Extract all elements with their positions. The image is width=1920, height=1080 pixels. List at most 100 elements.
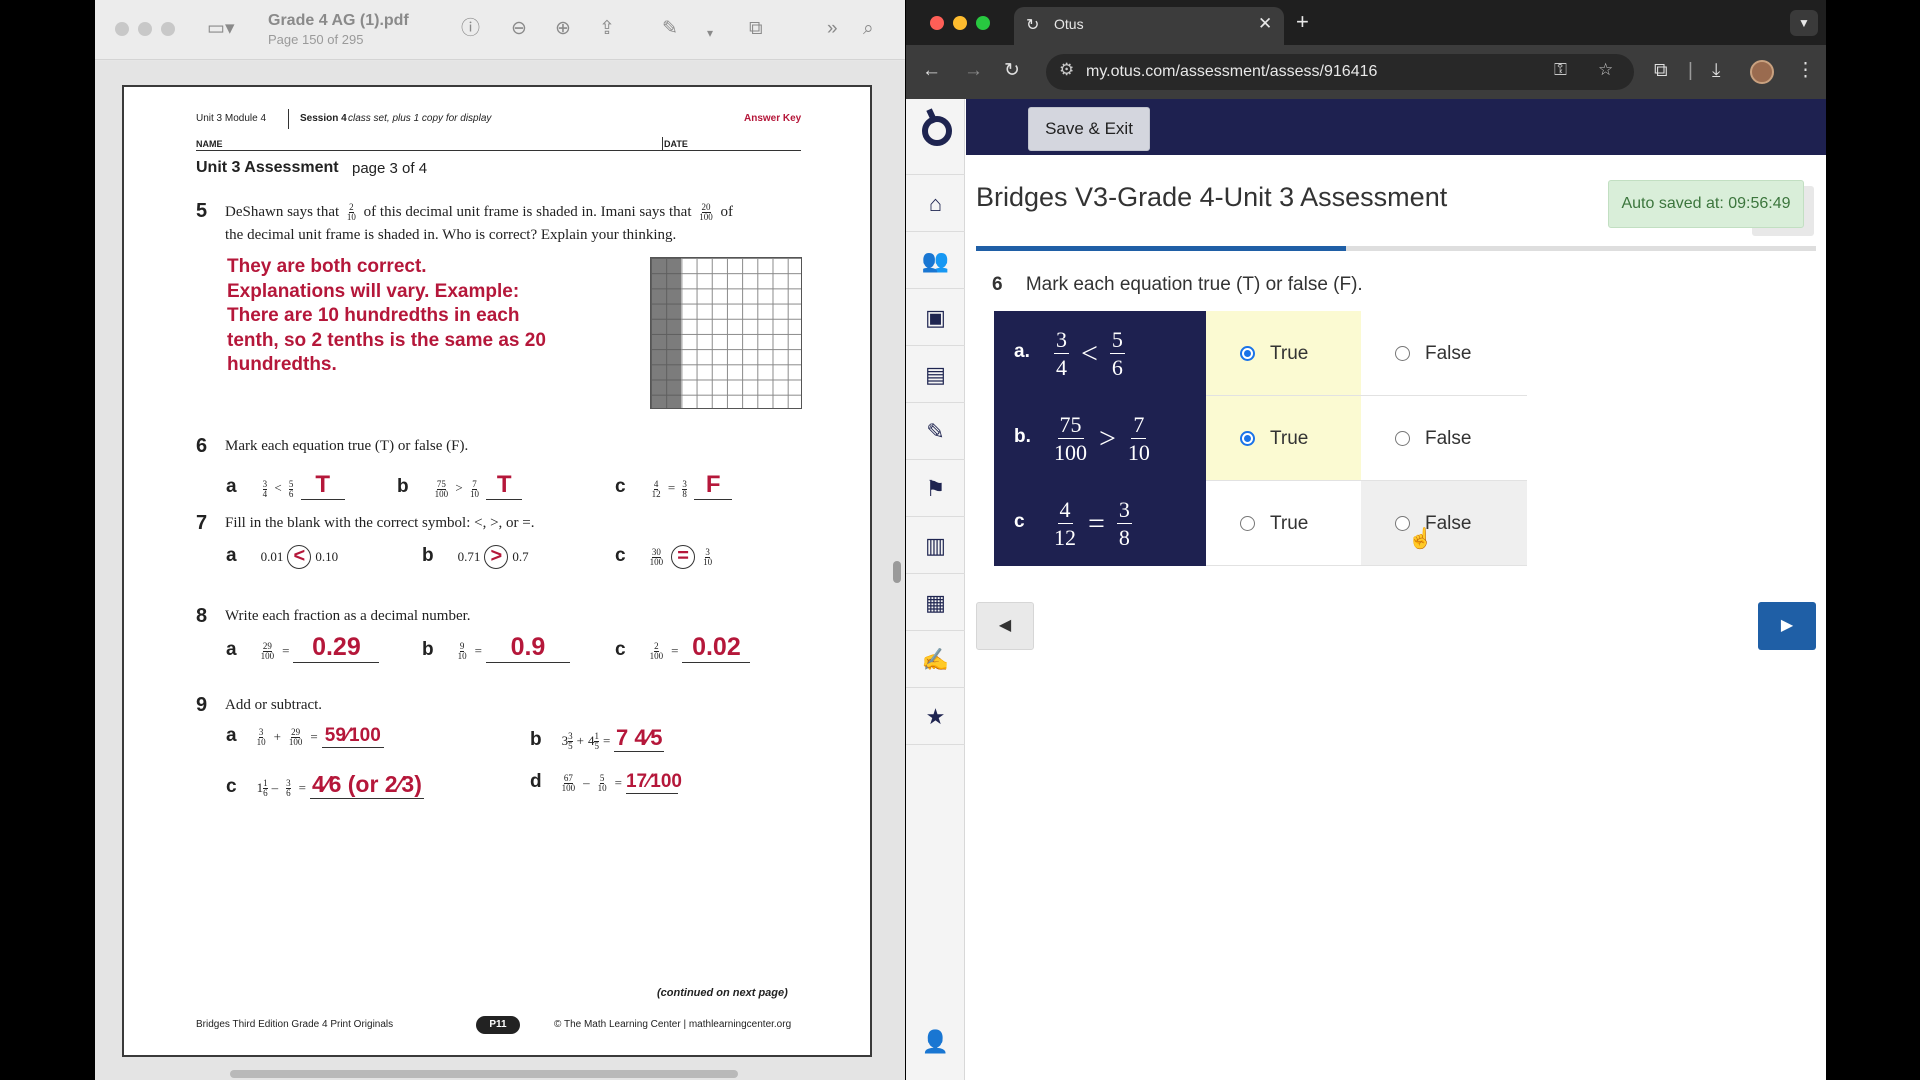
radio-false-b[interactable] <box>1395 431 1410 446</box>
otus-logo-button[interactable] <box>906 99 965 175</box>
markup-pen-icon[interactable]: ✎ <box>662 17 678 41</box>
frac-num: 4 <box>1057 497 1073 524</box>
date-divider <box>662 137 663 150</box>
q7-item-c: c 30 100 = 3 10 <box>615 545 716 570</box>
close-window-button[interactable] <box>930 16 944 30</box>
option-true-a[interactable]: True <box>1206 311 1361 396</box>
new-tab-icon[interactable]: + <box>1296 9 1309 35</box>
minimize-window-button[interactable] <box>138 22 152 36</box>
frac-den: 12 <box>651 488 661 499</box>
frac-num: 3 <box>1054 327 1069 354</box>
option-false-b[interactable]: False <box>1361 396 1527 481</box>
save-exit-button[interactable]: Save & Exit <box>1028 107 1150 151</box>
document-icon: ▦ <box>925 590 946 615</box>
vertical-scrollbar[interactable] <box>893 561 901 583</box>
sidebar-item-profile[interactable]: 👤 <box>906 1013 965 1070</box>
sidebar-toggle-icon[interactable]: ▭▾ <box>207 17 235 41</box>
frac-den: 10 <box>469 488 479 499</box>
bookmark-star-icon[interactable]: ☆ <box>1598 60 1613 80</box>
q7-b-left: 0.71 <box>457 549 481 564</box>
radio-true-c[interactable] <box>1240 516 1255 531</box>
tab-search-chevron-icon[interactable]: ▼ <box>1790 10 1818 36</box>
password-key-icon[interactable]: ⚿ <box>1554 60 1567 80</box>
operator: < <box>1081 337 1098 370</box>
back-arrow-icon[interactable]: ← <box>922 59 941 83</box>
zoom-in-icon[interactable]: ⊕ <box>555 17 571 41</box>
name-label: NAME <box>196 139 223 149</box>
page-header-session: Session 4 <box>300 113 347 124</box>
q6-item-a: a 34 < 56 T <box>226 471 345 500</box>
horizontal-scrollbar[interactable] <box>230 1070 738 1078</box>
extensions-icon[interactable]: ⧉ <box>1654 59 1668 83</box>
frac-den: 100 <box>288 736 303 747</box>
user-icon: 👤 <box>921 1029 950 1054</box>
site-settings-icon[interactable]: ⚙ <box>1059 60 1074 80</box>
footer-left: Bridges Third Edition Grade 4 Print Orig… <box>196 1019 394 1030</box>
question-text: Mark each equation true (T) or false (F)… <box>1025 274 1363 295</box>
close-icon[interactable]: ✕ <box>1258 14 1272 34</box>
radio-false-a[interactable] <box>1395 346 1410 361</box>
q6-a-label: a <box>226 476 237 497</box>
assessment-top-bar: Save & Exit <box>966 99 1826 155</box>
more-tools-icon[interactable]: » <box>827 17 838 41</box>
frac-num: 5 <box>1109 327 1125 354</box>
sidebar-item-documents[interactable]: ▦ <box>906 574 965 631</box>
close-window-button[interactable] <box>115 22 129 36</box>
frac-den: 10 <box>597 782 607 793</box>
previous-question-button[interactable]: ◀ <box>976 602 1034 650</box>
question-number: 6 <box>992 274 1003 295</box>
reload-icon[interactable]: ↻ <box>1004 59 1020 83</box>
info-icon[interactable]: ⓘ <box>461 17 480 41</box>
markup-menu-chevron-icon[interactable]: ▾ <box>707 21 713 45</box>
frac-den: 8 <box>1118 525 1130 550</box>
book-icon: ▤ <box>925 362 946 387</box>
continued-note: (continued on next page) <box>657 987 788 999</box>
sidebar-item-favorites[interactable]: ★ <box>906 688 965 745</box>
q9-a-op: + <box>273 729 281 744</box>
frac-den: 10 <box>703 556 713 567</box>
q7-number: 7 <box>196 512 208 534</box>
sidebar-item-bookmarks[interactable]: ⚑ <box>906 460 965 517</box>
operator: = <box>1088 507 1105 540</box>
search-icon[interactable]: ⌕ <box>863 17 874 41</box>
frac-den: 6 <box>1111 355 1123 380</box>
profile-avatar[interactable] <box>1750 60 1774 84</box>
q5-frac1-den: 10 <box>346 212 356 222</box>
frac-den: 10 <box>457 650 467 661</box>
q8-text: Write each fraction as a decimal number. <box>225 608 471 624</box>
minimize-window-button[interactable] <box>953 16 967 30</box>
rotate-icon[interactable]: ⧉ <box>749 17 763 41</box>
radio-true-b[interactable] <box>1240 431 1255 446</box>
sidebar-item-assessments[interactable]: ✍ <box>906 631 965 688</box>
question-header: 6 Mark each equation true (T) or false (… <box>992 274 1363 296</box>
q9-b-label: b <box>530 729 542 750</box>
menu-dots-icon[interactable]: ⋮ <box>1796 59 1815 83</box>
option-false-c[interactable]: False <box>1361 481 1527 566</box>
share-icon[interactable]: ⇪ <box>599 17 615 41</box>
pdf-toolbar: ▭▾ Grade 4 AG (1).pdf Page 150 of 295 ⓘ … <box>95 0 905 60</box>
tab-otus[interactable]: ↻ Otus ✕ <box>1014 7 1284 45</box>
radio-true-a[interactable] <box>1240 346 1255 361</box>
q6-item-b: b 75 100 > 7 10 T <box>397 471 523 500</box>
equation: 4 12 = 38 <box>1050 495 1136 553</box>
option-true-b[interactable]: True <box>1206 396 1361 481</box>
sidebar-item-tools[interactable]: ✎ <box>906 403 965 460</box>
sidebar-item-classroom[interactable]: ▣ <box>906 289 965 346</box>
sidebar-item-gradebook[interactable]: ▤ <box>906 346 965 403</box>
frac-num: 3 <box>1116 497 1132 524</box>
next-question-button[interactable]: ▶ <box>1758 602 1816 650</box>
sidebar-item-users[interactable]: 👥 <box>906 232 965 289</box>
fullscreen-window-button[interactable] <box>976 16 990 30</box>
equation: 75 100 > 7 10 <box>1050 410 1154 468</box>
zoom-window-button[interactable] <box>161 22 175 36</box>
option-true-c[interactable]: True <box>1206 481 1361 566</box>
triangle-right-icon: ▶ <box>1780 617 1794 634</box>
option-false-a[interactable]: False <box>1361 311 1527 396</box>
zoom-out-icon[interactable]: ⊖ <box>511 17 527 41</box>
page-header-unit: Unit 3 Module 4 <box>196 113 267 124</box>
download-icon[interactable]: ⤓ <box>1712 59 1720 83</box>
sidebar-item-map[interactable]: ▥ <box>906 517 965 574</box>
forward-arrow-icon[interactable]: → <box>964 59 983 83</box>
sidebar-item-home[interactable]: ⌂ <box>906 175 965 232</box>
address-bar[interactable]: ⚙ my.otus.com/assessment/assess/916416 ⚿… <box>1046 54 1634 90</box>
